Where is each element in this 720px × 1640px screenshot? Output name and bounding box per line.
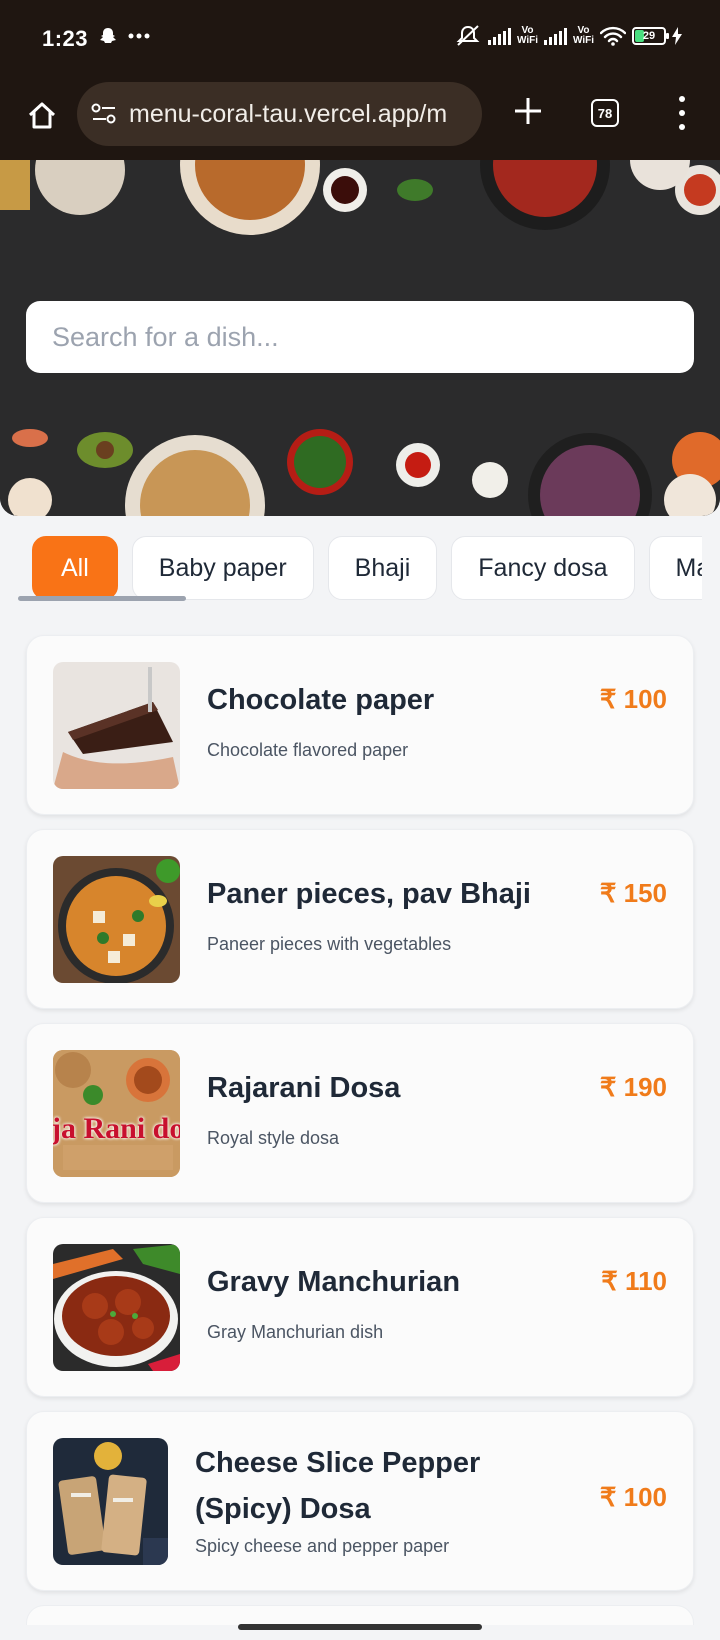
dish-image [53,1438,168,1565]
site-settings-icon [91,103,116,124]
browser-menu-button[interactable] [672,96,692,130]
dish-description: Paneer pieces with vegetables [207,934,452,954]
dish-price: ₹ 100 [599,684,667,714]
dish-card[interactable]: Chocolate paper Chocolate flavored paper… [26,635,694,815]
home-icon [28,102,56,129]
category-chip-all[interactable]: All [32,536,118,600]
dish-name: Rajarani Dosa [207,1072,401,1104]
home-button[interactable] [20,94,64,138]
dish-description: Gray Manchurian dish [207,1322,384,1342]
category-chip-baby-paper[interactable]: Baby paper [131,536,314,600]
dish-name: Gravy Manchurian [207,1266,461,1298]
charging-icon [672,27,682,45]
dish-image [53,856,180,983]
status-bar: 1:23 Vo WiFi Vo WiFi 29 [0,0,720,78]
dish-card-partial[interactable] [26,1605,694,1625]
dish-image [53,662,180,789]
category-chip-ma[interactable]: Ma [648,536,702,600]
dish-price: ₹ 150 [599,878,667,908]
dish-image-caption: ja Rani do [53,1112,180,1145]
category-tabs: All Baby paper Bhaji Fancy dosa Ma [18,536,702,602]
status-time: 1:23 [42,26,89,51]
dish-card[interactable]: Gravy Manchurian Gray Manchurian dish ₹ … [26,1217,694,1397]
category-scrollbar[interactable] [18,596,186,601]
url-text: menu-coral-tau.vercel.app/m [129,99,448,128]
dish-description: Chocolate flavored paper [207,740,409,760]
dish-card[interactable]: Paner pieces, pav Bhaji Paneer pieces wi… [26,829,694,1009]
browser-toolbar: menu-coral-tau.vercel.app/m 78 [0,78,720,160]
category-chip-fancy-dosa[interactable]: Fancy dosa [451,536,635,600]
address-bar[interactable]: menu-coral-tau.vercel.app/m [77,82,482,146]
dish-description: Spicy cheese and pepper paper [195,1536,450,1556]
new-tab-button[interactable] [506,90,550,134]
more-notifications-icon [128,33,150,39]
hero-banner [0,160,720,516]
mute-icon [456,25,480,46]
dish-price: ₹ 190 [599,1072,667,1102]
signal-icon-2 [543,27,567,45]
dish-image [53,1244,180,1371]
dish-image: ja Rani do [53,1050,180,1177]
dish-price: ₹ 110 [601,1266,667,1296]
dish-list: Chocolate paper Chocolate flavored paper… [26,635,694,1639]
dish-card[interactable]: Cheese Slice Pepper (Spicy) Dosa Spicy c… [26,1411,694,1591]
dish-name: Paner pieces, pav Bhaji [207,878,531,910]
home-gesture-bar[interactable] [238,1624,482,1630]
plus-icon [515,98,541,124]
dish-description: Royal style dosa [207,1128,340,1148]
category-chip-bhaji[interactable]: Bhaji [327,536,438,600]
dish-card[interactable]: ja Rani do Rajarani Dosa Royal style dos… [26,1023,694,1203]
battery-icon: 29 [632,27,669,45]
snapchat-icon [100,28,116,43]
dish-search-input[interactable] [26,301,694,373]
tab-switcher-button[interactable]: 78 [591,99,619,127]
wifi-icon [600,26,626,46]
dish-price: ₹ 100 [599,1482,667,1512]
dish-name: Cheese Slice Pepper (Spicy) Dosa [195,1447,481,1525]
signal-icon [487,27,511,45]
dish-name: Chocolate paper [207,684,435,716]
